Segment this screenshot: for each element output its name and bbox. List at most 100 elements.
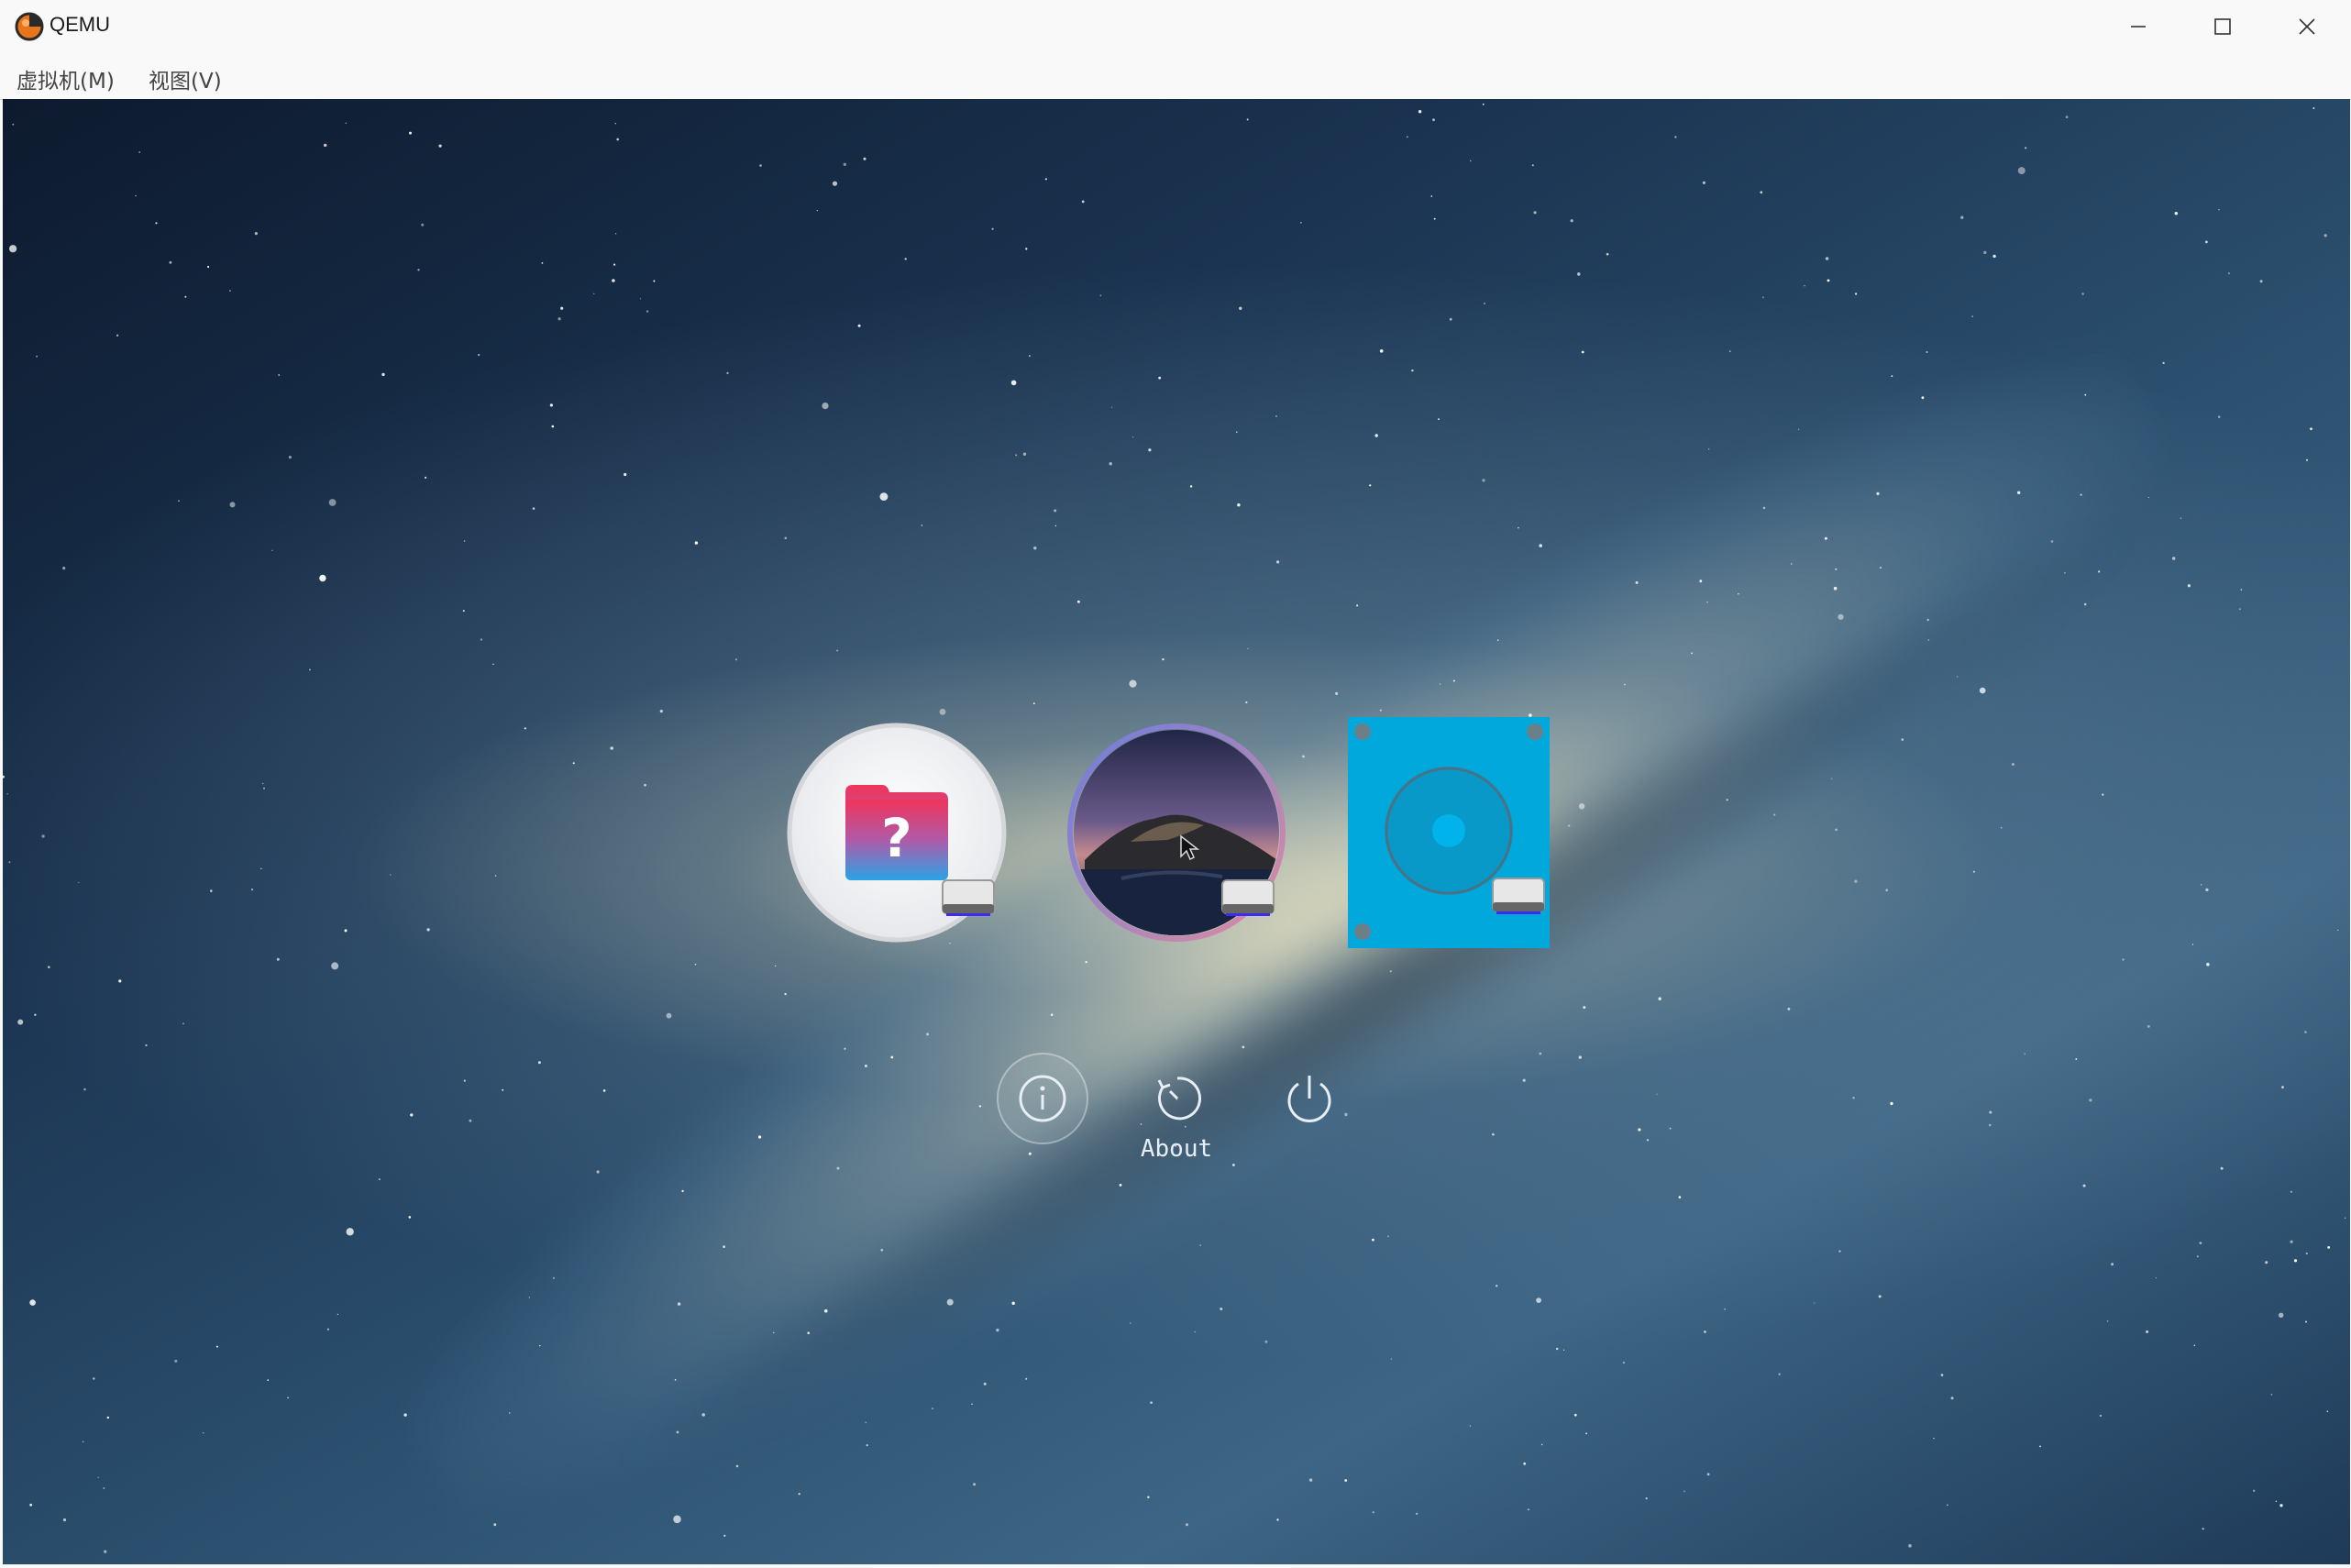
star	[48, 966, 50, 968]
star	[1452, 679, 1455, 682]
star	[12, 123, 15, 126]
star	[1199, 1244, 1201, 1246]
boot-entry-macos[interactable]	[1066, 723, 1286, 943]
minimize-icon	[2131, 25, 2146, 28]
reset-nvram-button[interactable]	[1131, 1053, 1223, 1144]
star	[2180, 517, 2182, 519]
vm-display[interactable]: ? About	[3, 99, 2350, 1564]
star	[666, 1012, 672, 1019]
star	[1029, 355, 1031, 357]
boot-entry-hard-disk[interactable]	[1346, 715, 1566, 948]
star	[1025, 1377, 1028, 1380]
star	[644, 783, 646, 787]
recovery-folder-icon: ?	[787, 723, 1007, 943]
star	[2012, 763, 2014, 766]
star	[2228, 272, 2230, 274]
star	[2220, 1166, 2224, 1170]
star	[1432, 118, 1435, 122]
star	[734, 658, 738, 661]
star	[1449, 317, 1452, 321]
about-button[interactable]	[997, 1053, 1088, 1144]
shutdown-button[interactable]	[1264, 1053, 1355, 1144]
star	[381, 372, 385, 377]
star	[215, 1345, 218, 1348]
star	[203, 1432, 204, 1434]
menu-machine[interactable]: 虚拟机(M)	[17, 63, 115, 94]
star	[1194, 1331, 1196, 1333]
star	[378, 1178, 381, 1181]
title-bar[interactable]: QEMU	[0, 0, 2351, 52]
star	[673, 1515, 681, 1524]
star	[1606, 252, 1609, 256]
boot-entry-recovery[interactable]: ?	[787, 723, 1007, 943]
star	[2205, 240, 2208, 244]
star	[2218, 415, 2221, 418]
star	[758, 1135, 762, 1139]
minimize-button[interactable]	[2096, 0, 2180, 52]
star	[1148, 448, 1152, 452]
star	[1574, 1413, 1577, 1417]
star	[1852, 1097, 1855, 1099]
star	[462, 610, 465, 613]
star	[1585, 1432, 1587, 1435]
star	[2312, 107, 2315, 109]
star	[2075, 1058, 2078, 1060]
star	[2039, 1445, 2041, 1448]
star	[2082, 1184, 2086, 1187]
star	[2327, 1246, 2331, 1249]
star	[135, 194, 137, 197]
star	[1989, 1110, 1992, 1114]
star	[1578, 1055, 1583, 1059]
star	[425, 476, 427, 479]
star	[836, 1166, 840, 1170]
star	[1239, 306, 1242, 310]
star	[410, 1113, 414, 1117]
star	[879, 492, 889, 501]
star	[921, 525, 923, 526]
star	[2083, 602, 2087, 606]
star	[1264, 1340, 1268, 1343]
star	[1496, 1285, 1498, 1287]
star	[1563, 1349, 1565, 1351]
star	[1379, 709, 1382, 712]
star	[864, 1065, 867, 1067]
maximize-icon	[2214, 17, 2231, 35]
star	[1778, 1373, 1781, 1375]
star	[1496, 639, 1499, 641]
star	[1983, 250, 1987, 255]
star	[863, 157, 866, 160]
star	[1302, 755, 1305, 758]
star	[2017, 167, 2025, 175]
star	[1708, 448, 1710, 450]
star	[659, 710, 663, 713]
star	[677, 1302, 681, 1306]
star	[2270, 1394, 2273, 1396]
star	[1738, 592, 1739, 595]
star	[1438, 418, 1440, 420]
star	[1950, 1397, 1954, 1400]
star	[1908, 1544, 1912, 1548]
star	[145, 1043, 148, 1047]
star	[6, 793, 8, 795]
star	[723, 1534, 726, 1537]
maximize-button[interactable]	[2180, 0, 2265, 52]
close-button[interactable]	[2265, 0, 2349, 52]
star	[996, 1328, 999, 1332]
star	[2199, 1242, 2202, 1244]
star	[345, 122, 347, 124]
menu-view[interactable]: 视图(V)	[149, 63, 222, 94]
star	[1831, 778, 1833, 779]
star	[2305, 1252, 2308, 1255]
star	[1081, 200, 1085, 204]
star	[1527, 1508, 1529, 1511]
star	[346, 1228, 354, 1236]
star	[2259, 280, 2263, 283]
star	[532, 507, 535, 510]
star	[551, 425, 555, 428]
star	[492, 663, 494, 666]
star	[82, 1441, 84, 1443]
star	[2238, 608, 2241, 611]
star	[229, 290, 231, 292]
star	[1387, 1235, 1389, 1238]
star	[182, 1022, 184, 1025]
